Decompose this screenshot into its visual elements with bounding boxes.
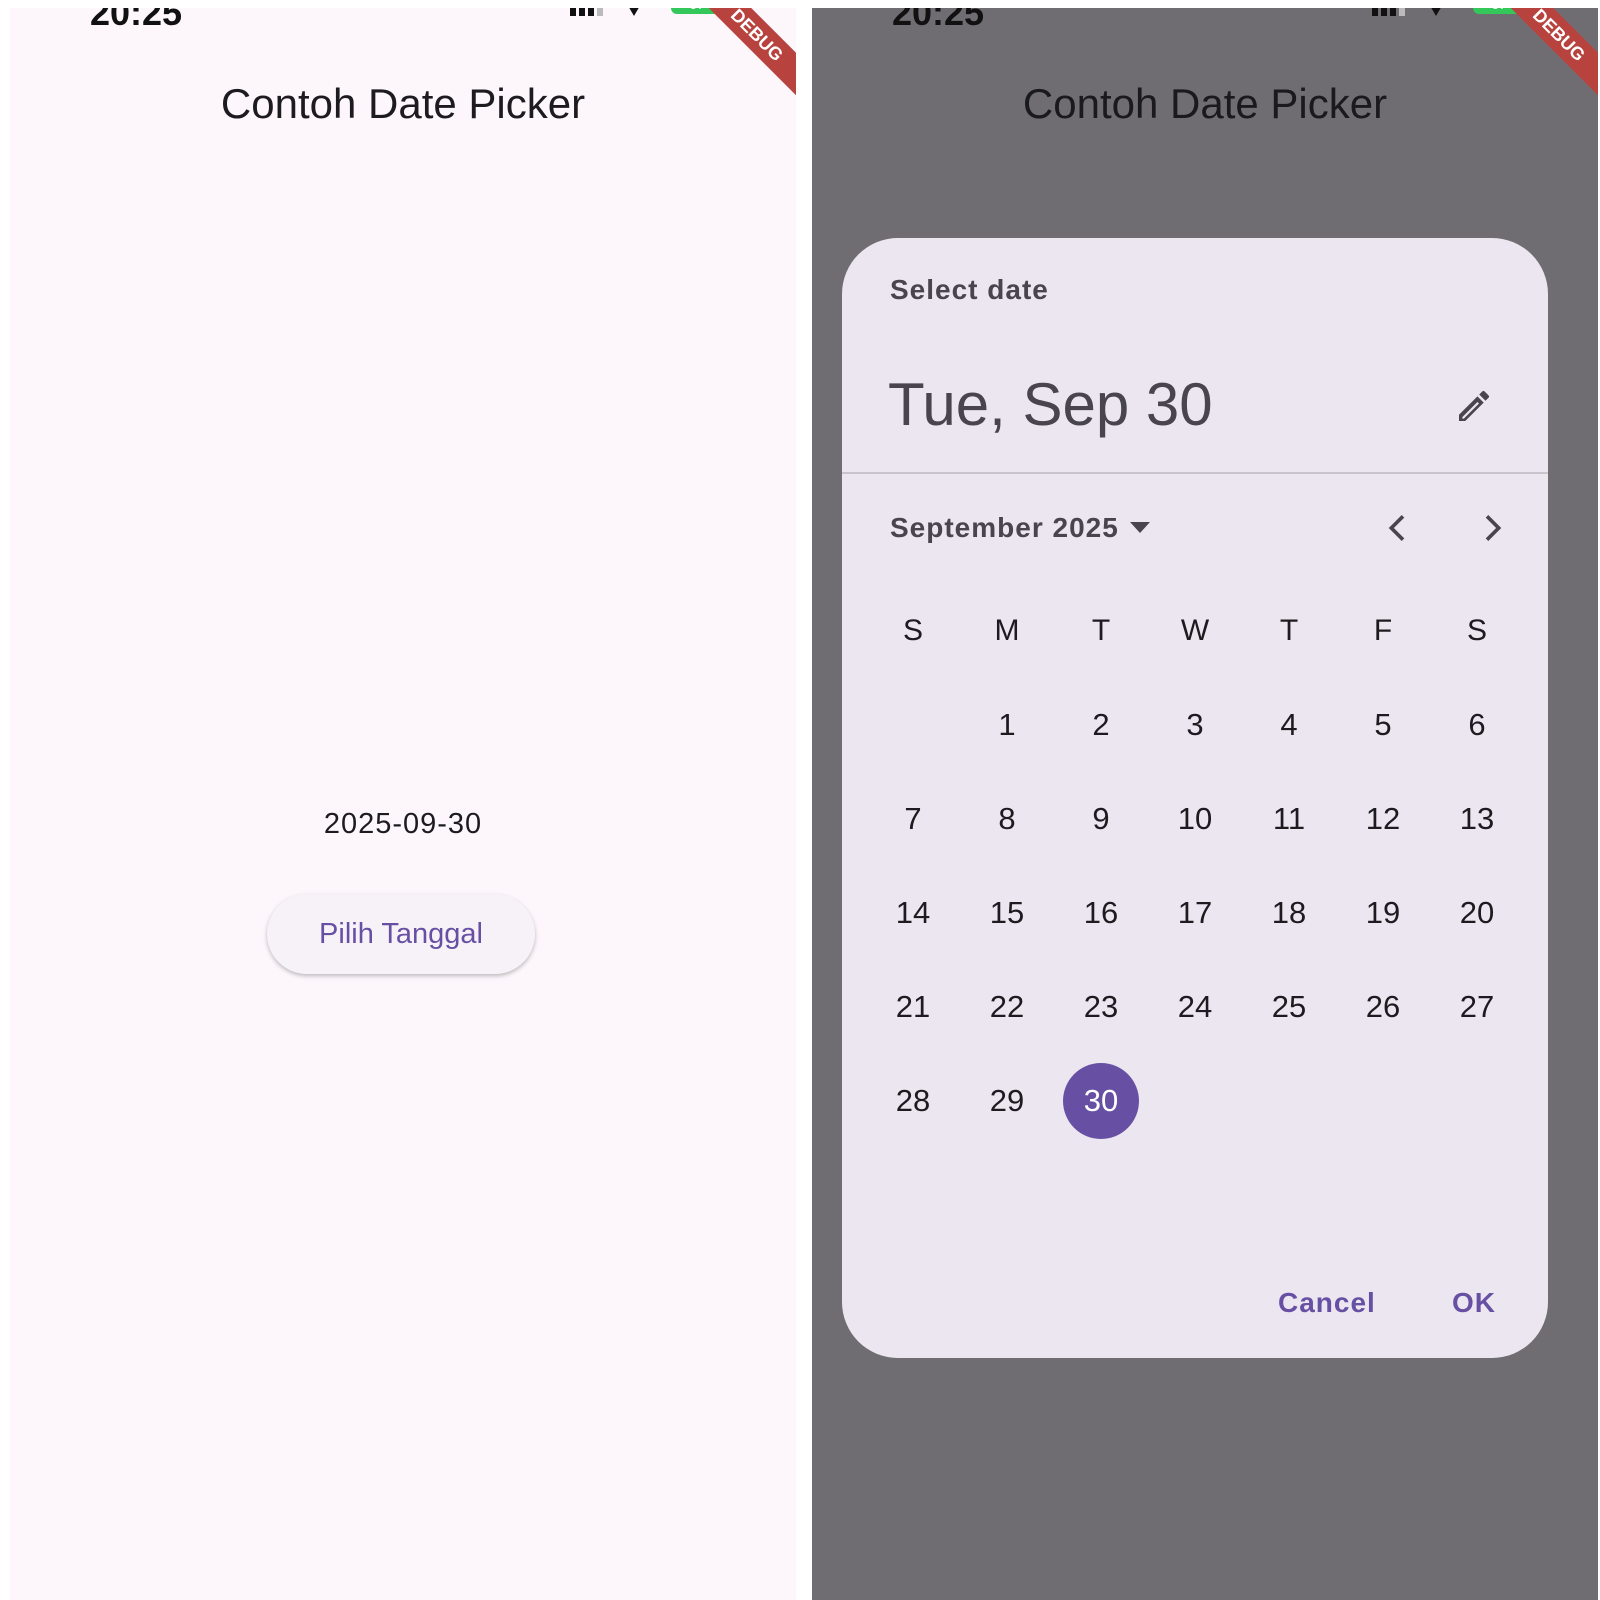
day-cell[interactable]: 25 [1242,960,1336,1054]
day-cell[interactable]: 14 [866,866,960,960]
day-number: 10 [1177,801,1213,836]
day-cell[interactable]: 2 [1054,678,1148,772]
weekday-header: F [1373,614,1393,647]
day-cell[interactable]: 15 [960,866,1054,960]
day-cell[interactable]: 8 [960,772,1054,866]
day-number: 5 [1374,707,1392,742]
weekday-header: T [1091,614,1111,647]
header-divider [842,472,1548,474]
selected-date-text: 2025-09-30 [323,808,483,840]
day-number: 25 [1271,989,1307,1024]
day-number: 26 [1365,989,1401,1024]
weekday-header: M [994,614,1020,647]
day-number: 22 [989,989,1025,1024]
pencil-icon[interactable] [1454,386,1494,426]
day-number: 14 [895,895,931,930]
day-cell[interactable]: 10 [1148,772,1242,866]
status-icons: 34 [570,8,721,16]
day-cell[interactable]: 7 [866,772,960,866]
day-number: 29 [989,1083,1025,1118]
day-cell[interactable]: 27 [1430,960,1524,1054]
day-number: 7 [904,801,922,836]
app-title: Contoh Date Picker [220,80,586,127]
date-picker-screen: 20:25 34 DEBUG Contoh Date Picker Select… [812,8,1598,1600]
triangle-down-icon[interactable] [1130,522,1150,533]
weekday-header: W [1180,614,1210,647]
day-number: 2 [1092,707,1110,742]
chevron-right-icon[interactable] [1472,508,1512,548]
day-number: 16 [1083,895,1119,930]
day-cell[interactable]: 9 [1054,772,1148,866]
day-cell[interactable]: 5 [1336,678,1430,772]
day-cell-selected[interactable]: 30 [1054,1054,1148,1148]
day-cell[interactable]: 29 [960,1054,1054,1148]
app-title: Contoh Date Picker [1022,80,1388,127]
day-cell[interactable]: 4 [1242,678,1336,772]
day-number: 1 [998,707,1016,742]
signal-icon [1372,8,1405,16]
day-cell[interactable]: 1 [960,678,1054,772]
day-number: 13 [1459,801,1495,836]
day-number: 11 [1272,801,1306,836]
day-number: 17 [1177,895,1213,930]
day-number: 18 [1271,895,1307,930]
day-number: 4 [1280,707,1298,742]
status-icons: 34 [1372,8,1523,16]
day-cell[interactable]: 22 [960,960,1054,1054]
chevron-left-icon[interactable] [1378,508,1418,548]
day-cell[interactable]: 17 [1148,866,1242,960]
day-number: 3 [1186,707,1204,742]
day-number: 12 [1365,801,1401,836]
day-cell[interactable]: 24 [1148,960,1242,1054]
status-time: 20:25 [892,8,985,33]
day-cell[interactable]: 20 [1430,866,1524,960]
day-cell[interactable]: 26 [1336,960,1430,1054]
day-cell[interactable]: 23 [1054,960,1148,1054]
weekday-header: S [902,614,923,647]
day-cell[interactable]: 18 [1242,866,1336,960]
day-cell[interactable]: 12 [1336,772,1430,866]
day-number: 23 [1083,989,1119,1024]
day-cell[interactable]: 16 [1054,866,1148,960]
weekday-header: T [1279,614,1299,647]
day-number: 15 [989,895,1025,930]
day-cell[interactable]: 6 [1430,678,1524,772]
dialog-label: Select date [890,274,1049,305]
day-number: 28 [895,1083,931,1118]
day-number: 30 [1083,1083,1119,1118]
weekday-header: S [1466,614,1487,647]
wifi-icon [627,8,641,16]
day-number: 8 [998,801,1016,836]
ok-button[interactable]: OK [1446,1286,1502,1320]
day-number: 27 [1459,989,1495,1024]
day-cell[interactable]: 28 [866,1054,960,1148]
day-number: 20 [1459,895,1495,930]
pick-date-button[interactable]: Pilih Tanggal [267,894,535,974]
status-time: 20:25 [90,8,183,33]
date-picker-dialog: Select date Tue, Sep 30 September 2025 S… [842,238,1548,1358]
day-cell[interactable]: 19 [1336,866,1430,960]
day-cell[interactable]: 3 [1148,678,1242,772]
day-cell[interactable]: 13 [1430,772,1524,866]
wifi-icon [1429,8,1443,16]
day-cell[interactable]: 11 [1242,772,1336,866]
signal-icon [570,8,603,16]
day-number: 6 [1468,707,1486,742]
day-number: 9 [1092,801,1110,836]
day-number: 21 [895,989,931,1024]
dialog-headline: Tue, Sep 30 [888,371,1213,438]
month-year-selector[interactable]: September 2025 [890,512,1119,544]
main-screen: 20:25 34 DEBUG Contoh Date Picker 2025-0… [10,8,796,1600]
cancel-button[interactable]: Cancel [1272,1286,1382,1320]
day-number: 19 [1365,895,1401,930]
day-number: 24 [1177,989,1213,1024]
day-cell[interactable]: 21 [866,960,960,1054]
